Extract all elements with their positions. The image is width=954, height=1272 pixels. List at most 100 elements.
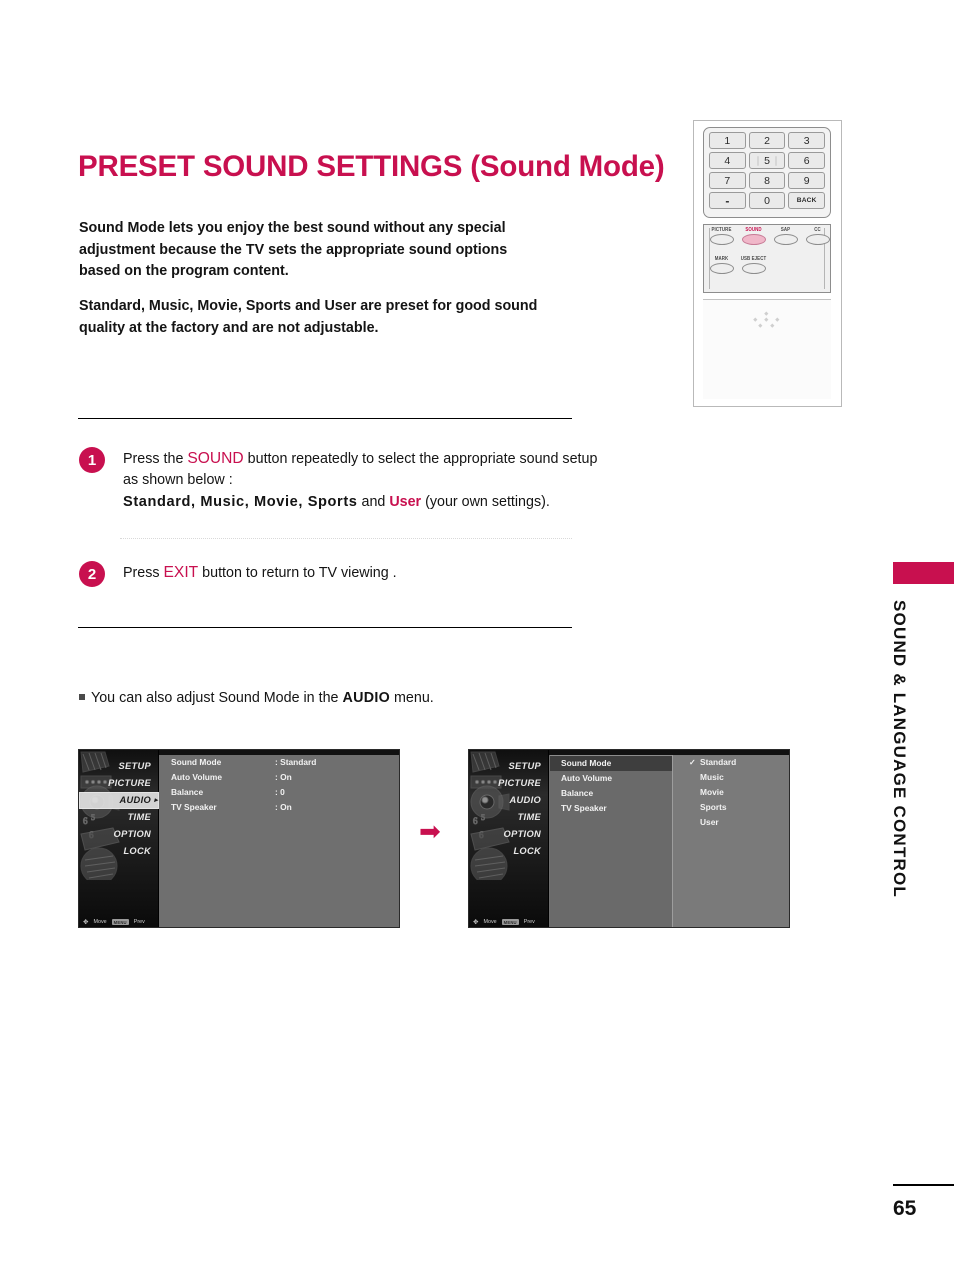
move-dpad-icon: ✥ xyxy=(473,919,479,926)
remote-function-frame: PICTURE SOUND SAP CC MARK USB EJECT xyxy=(703,224,831,293)
osd-1-body: Sound Mode : Standard Auto Volume : On B… xyxy=(160,755,399,927)
remote-key-dash[interactable]: - xyxy=(709,192,746,209)
osd-1-sidebar-list: SETUP PICTURE AUDIO TIME OPTION LOCK xyxy=(79,758,159,860)
intro-paragraph-1: Sound Mode lets you enjoy the best sound… xyxy=(79,220,508,280)
page-title-main: PRESET SOUND SETTINGS xyxy=(78,150,463,183)
osd-1-row-auto-volume-label: Auto Volume xyxy=(171,772,223,782)
remote-control-illustration: 1 2 3 4 5 6 7 8 9 - 0 BACK PICTURE SOUND… xyxy=(693,120,842,407)
osd-1-row-sound-mode[interactable]: Sound Mode : Standard xyxy=(160,755,399,770)
step-2-line1-b: button to return to TV viewing . xyxy=(198,565,397,581)
osd-2-sidebar-item-audio[interactable]: AUDIO xyxy=(469,792,549,809)
osd-1-sidebar-item-picture[interactable]: PICTURE xyxy=(79,775,159,792)
intro-paragraph-2: Standard, Music, Movie, Sports and User … xyxy=(79,298,538,336)
osd-1-sidebar-item-option[interactable]: OPTION xyxy=(79,826,159,843)
osd-2-option-standard[interactable]: ✓ Standard xyxy=(673,755,789,770)
osd-2-option-sports-label: Sports xyxy=(700,802,727,812)
remote-key-2[interactable]: 2 xyxy=(748,132,786,149)
osd-1-sidebar: 6 5 6 SETUP PICTURE AUDIO TIME OPTION LO… xyxy=(79,750,159,927)
note-text-a: You can also adjust Sound Mode in the xyxy=(91,690,343,706)
osd-1-row-tv-speaker-label: TV Speaker xyxy=(171,802,217,812)
step-2: 2 Press EXIT button to return to TV view… xyxy=(79,561,599,587)
remote-function-row-1: PICTURE SOUND SAP CC xyxy=(708,226,831,245)
remote-key-7[interactable]: 7 xyxy=(709,172,746,189)
step-2-keyword-exit: EXIT xyxy=(163,564,199,581)
remote-button-cc-label: CC xyxy=(814,226,821,233)
osd-2-sidebar-item-option[interactable]: OPTION xyxy=(469,826,549,843)
remote-button-picture[interactable]: PICTURE xyxy=(708,226,735,245)
osd-1-row-auto-volume[interactable]: Auto Volume : On xyxy=(160,770,399,785)
remote-button-sound-oval xyxy=(741,233,766,245)
page-number: 65 xyxy=(893,1197,917,1220)
osd-2-row-sound-mode[interactable]: Sound Mode ▶ xyxy=(550,756,684,771)
bullet-square-icon xyxy=(79,694,85,700)
remote-button-sap[interactable]: SAP xyxy=(772,226,799,245)
section-rule-top xyxy=(78,418,572,420)
flow-arrow-icon: ➡ xyxy=(419,816,441,846)
remote-key-8[interactable]: 8 xyxy=(748,172,786,189)
osd-1-sidebar-item-lock[interactable]: LOCK xyxy=(79,843,159,860)
remote-key-4[interactable]: 4 xyxy=(709,152,746,169)
remote-key-5[interactable]: 5 xyxy=(748,152,786,169)
osd-1-row-balance-value: : 0 xyxy=(275,787,285,797)
note-text-b: menu. xyxy=(390,690,434,706)
remote-button-usb-eject-oval xyxy=(741,262,766,274)
page-title-sub: (Sound Mode) xyxy=(470,150,665,183)
osd-1-row-balance[interactable]: Balance : 0 xyxy=(160,785,399,800)
remote-button-mark[interactable]: MARK xyxy=(708,255,735,274)
osd-screenshot-audio-menu: 6 5 6 SETUP PICTURE AUDIO TIME OPTION LO… xyxy=(78,749,400,928)
step-1-line1-a: Press the xyxy=(123,451,188,467)
remote-button-usb-eject[interactable]: USB EJECT xyxy=(740,255,767,274)
note-menu-name: AUDIO xyxy=(342,690,391,706)
osd-1-sidebar-item-setup[interactable]: SETUP xyxy=(79,758,159,775)
osd-2-option-user[interactable]: User xyxy=(673,815,789,830)
osd-2-footer: ✥ Move MENU Prev xyxy=(469,918,549,926)
section-rule-bottom xyxy=(78,627,572,629)
osd-2-row-balance[interactable]: Balance xyxy=(550,786,672,801)
osd-2-option-sports[interactable]: Sports xyxy=(673,800,789,815)
osd-2-sidebar-item-time[interactable]: TIME xyxy=(469,809,549,826)
remote-button-cc-oval xyxy=(805,233,830,245)
osd-2-footer-move-label: Move xyxy=(483,919,497,925)
osd-2-row-sound-mode-label: Sound Mode xyxy=(561,758,612,768)
remote-button-sound[interactable]: SOUND xyxy=(740,226,767,245)
step-1-tail: (your own settings). xyxy=(421,493,550,510)
check-icon: ✓ xyxy=(689,758,696,767)
osd-1-footer-move-label: Move xyxy=(93,919,107,925)
osd-1-row-tv-speaker[interactable]: TV Speaker : On xyxy=(160,800,399,815)
osd-2-option-user-label: User xyxy=(700,817,719,827)
remote-dot-pattern-icon xyxy=(753,311,780,332)
osd-screenshot-sound-mode-submenu: 6 5 6 SETUP PICTURE AUDIO TIME OPTION LO… xyxy=(468,749,790,928)
step-1-mode-list: Standard, Music, Movie, Sports xyxy=(123,493,358,510)
remote-key-1[interactable]: 1 xyxy=(709,132,746,149)
note-line: You can also adjust Sound Mode in the AU… xyxy=(79,690,434,706)
remote-button-picture-oval xyxy=(709,233,734,245)
osd-2-row-tv-speaker[interactable]: TV Speaker xyxy=(550,801,672,816)
manual-page: PRESET SOUND SETTINGS (Sound Mode) Sound… xyxy=(0,0,954,1272)
remote-key-3[interactable]: 3 xyxy=(788,132,825,149)
step-2-badge: 2 xyxy=(79,561,105,587)
remote-keypad-frame: 1 2 3 4 5 6 7 8 9 - 0 BACK xyxy=(703,127,831,218)
osd-2-option-standard-label: Standard xyxy=(700,757,737,767)
osd-2-option-movie[interactable]: Movie xyxy=(673,785,789,800)
osd-2-sidebar-item-setup[interactable]: SETUP xyxy=(469,758,549,775)
osd-2-sidebar-item-lock[interactable]: LOCK xyxy=(469,843,549,860)
remote-button-mark-oval xyxy=(709,262,734,274)
remote-button-sap-label: SAP xyxy=(780,226,791,233)
remote-button-cc[interactable]: CC xyxy=(804,226,831,245)
step-separator-dotted xyxy=(120,538,572,539)
remote-key-0[interactable]: 0 xyxy=(748,192,786,209)
osd-2-options-column: ✓ Standard Music Movie Sports User xyxy=(672,755,789,927)
remote-key-back[interactable]: BACK xyxy=(788,192,825,209)
remote-key-6[interactable]: 6 xyxy=(788,152,825,169)
osd-2-sidebar-item-picture[interactable]: PICTURE xyxy=(469,775,549,792)
chapter-tab-marker xyxy=(893,562,954,584)
remote-keypad: 1 2 3 4 5 6 7 8 9 - 0 BACK xyxy=(709,132,825,209)
osd-2-row-auto-volume[interactable]: Auto Volume xyxy=(550,771,672,786)
step-1-text: Press the SOUND button repeatedly to sel… xyxy=(123,447,599,514)
osd-1-sidebar-item-time[interactable]: TIME xyxy=(79,809,159,826)
step-2-text: Press EXIT button to return to TV viewin… xyxy=(123,561,599,584)
osd-2-option-music[interactable]: Music xyxy=(673,770,789,785)
remote-key-9[interactable]: 9 xyxy=(788,172,825,189)
osd-1-sidebar-item-audio[interactable]: AUDIO xyxy=(79,792,159,809)
menu-key-badge-icon: MENU xyxy=(501,919,519,925)
